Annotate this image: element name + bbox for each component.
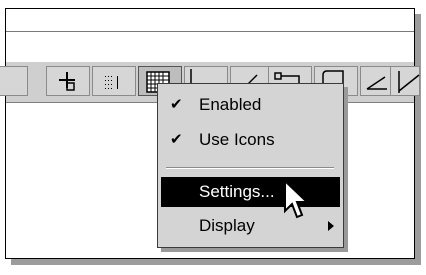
menu-item-label: Display [199, 216, 255, 235]
grid-dots-button[interactable] [92, 66, 136, 96]
dimension-icon [398, 71, 420, 93]
dimension-button[interactable] [390, 66, 420, 96]
menu-item-use-icons[interactable]: ✔ Use Icons [161, 125, 340, 155]
menu-item-enabled[interactable]: ✔ Enabled [161, 90, 340, 120]
toolbar-button-left[interactable] [0, 66, 28, 96]
menu-item-label: Enabled [199, 95, 262, 114]
checkmark-icon: ✔ [170, 131, 183, 148]
mouse-pointer-icon [284, 179, 310, 219]
title-area [6, 9, 414, 32]
submenu-arrow-icon [328, 221, 334, 231]
snap-button[interactable] [46, 66, 90, 96]
snap-icon [59, 72, 75, 91]
menu-item-label: Use Icons [199, 130, 275, 149]
menu-item-label: Settings... [199, 182, 275, 201]
checkmark-icon: ✔ [170, 96, 183, 113]
grid-dots-icon [105, 76, 118, 89]
menu-item-settings[interactable]: Settings... [161, 177, 340, 207]
context-menu: ✔ Enabled ✔ Use Icons Settings... Displa… [157, 83, 344, 248]
menu-item-display[interactable]: Display [161, 211, 340, 241]
menu-separator [166, 167, 334, 169]
